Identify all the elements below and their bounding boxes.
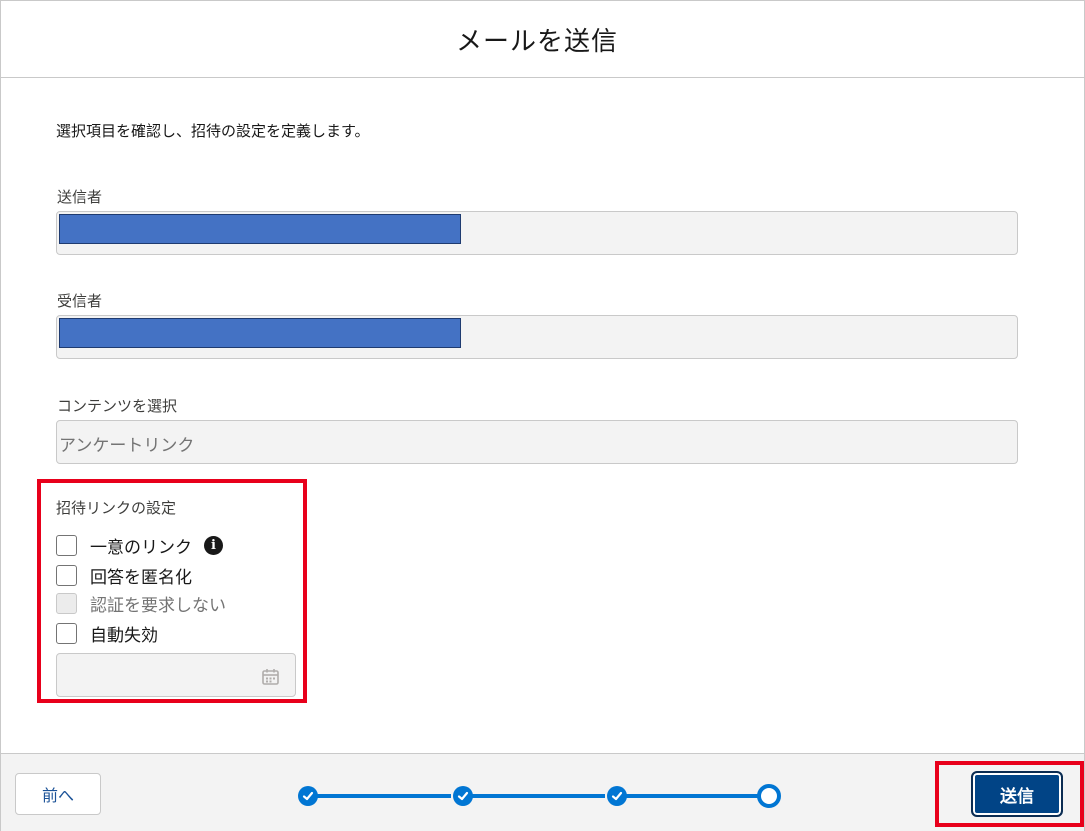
recipient-label: 受信者 <box>57 292 103 310</box>
content-field[interactable]: アンケートリンク <box>56 420 1018 464</box>
step-complete-1 <box>298 786 318 806</box>
invite-settings-highlight <box>37 479 307 703</box>
modal-title: メールを送信 <box>455 27 618 57</box>
send-button-highlight <box>935 761 1084 827</box>
previous-button[interactable]: 前へ <box>15 773 101 815</box>
sender-field[interactable] <box>56 211 1018 255</box>
recipient-redaction <box>59 318 461 348</box>
step-complete-2 <box>453 786 473 806</box>
check-icon <box>611 791 623 801</box>
instruction-text: 選択項目を確認し、招待の設定を定義します。 <box>56 122 370 140</box>
check-icon <box>302 791 314 801</box>
step-connector <box>469 794 605 798</box>
step-current-4 <box>757 784 781 808</box>
modal-footer: 前へ 送信 <box>1 753 1084 831</box>
progress-stepper <box>297 784 783 808</box>
step-connector <box>623 794 759 798</box>
send-email-modal: メールを送信 選択項目を確認し、招待の設定を定義します。 送信者 受信者 コンテ… <box>0 0 1085 831</box>
sender-label: 送信者 <box>57 188 103 206</box>
step-connector <box>315 794 451 798</box>
sender-redaction <box>59 214 461 244</box>
check-icon <box>457 791 469 801</box>
content-value: アンケートリンク <box>59 436 195 456</box>
recipient-field[interactable] <box>56 315 1018 359</box>
modal-header: メールを送信 <box>1 1 1084 78</box>
content-label: コンテンツを選択 <box>57 397 178 415</box>
step-complete-3 <box>607 786 627 806</box>
